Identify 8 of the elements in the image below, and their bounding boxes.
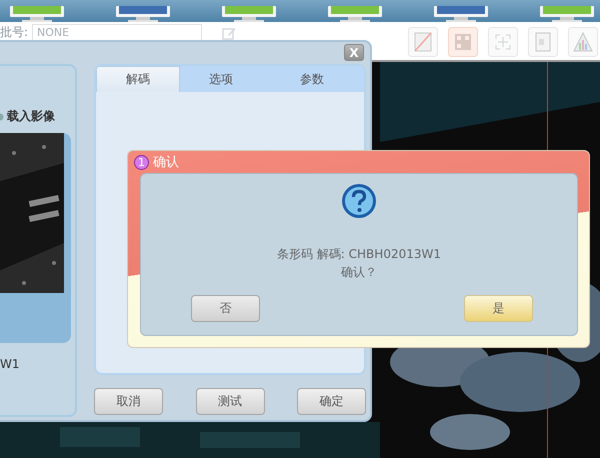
monitor-icon[interactable] (220, 6, 278, 22)
crossed-image-icon[interactable] (408, 27, 438, 57)
monitor-icon[interactable] (8, 6, 66, 22)
batch-label: 批号: (0, 25, 28, 39)
monitor-icon[interactable] (114, 6, 172, 22)
monitor-icon[interactable] (432, 6, 490, 22)
monitor-icon[interactable] (326, 6, 384, 22)
monitor-icon[interactable] (538, 6, 596, 22)
